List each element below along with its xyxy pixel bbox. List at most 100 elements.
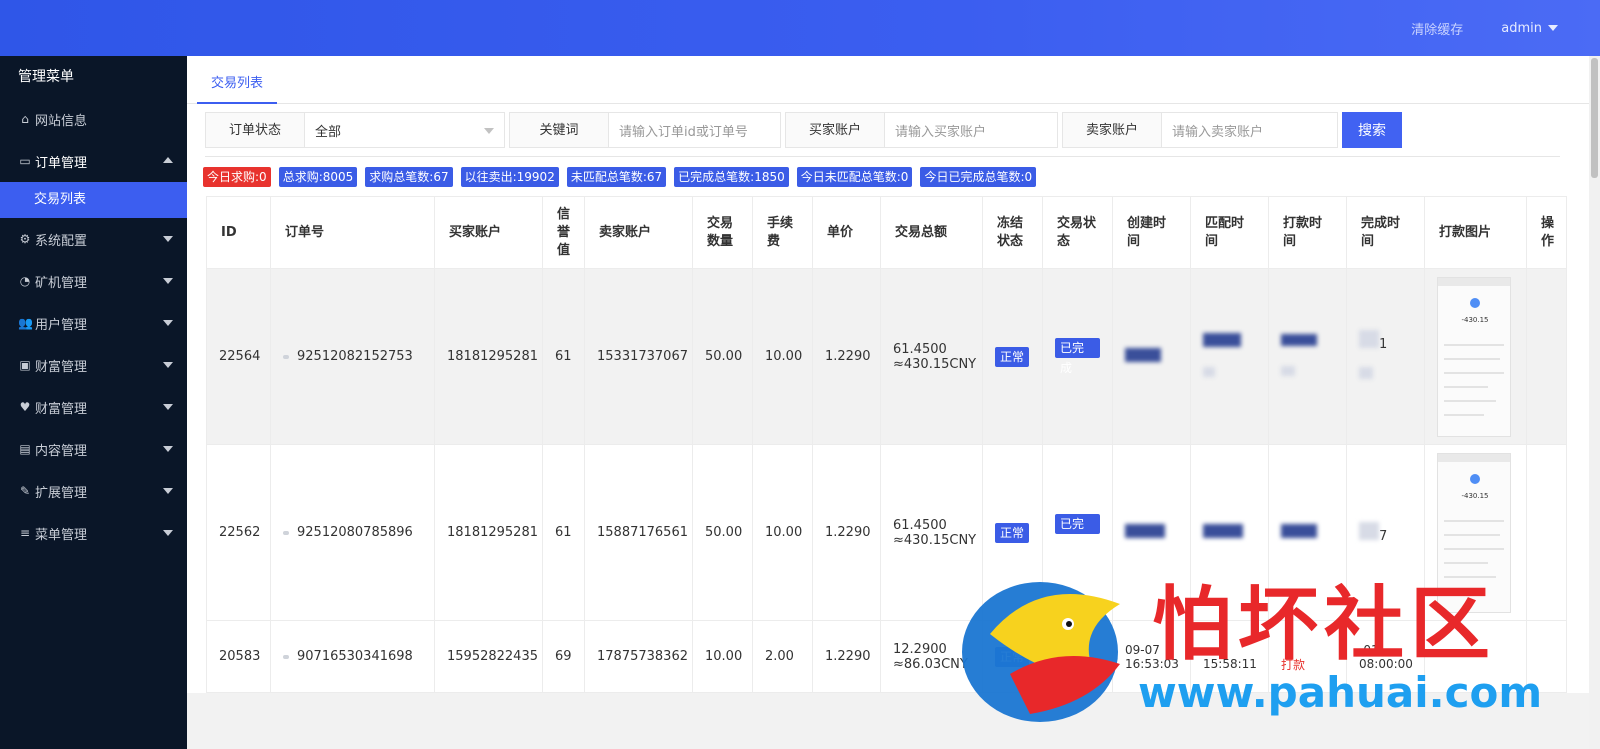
column-header: 买家账户 [434, 196, 543, 269]
stat-badge: 已完成总笔数:1850 [674, 167, 789, 187]
chevron-down-icon [163, 320, 173, 326]
cell-fee: 10.00 [752, 444, 813, 621]
sidebar-subitem-trade-list[interactable]: 交易列表 [0, 182, 187, 218]
watermark-url: www.pahuai.com [1138, 668, 1543, 717]
tab-bar: 交易列表 [187, 56, 1589, 104]
cell-fee: 2.00 [752, 620, 813, 693]
page-scrollbar[interactable] [1589, 56, 1600, 749]
card-icon: ▭ [19, 154, 31, 168]
divider [205, 156, 1560, 157]
sidebar-item-system-config[interactable]: ⚙ 系统配置 [0, 218, 187, 260]
user-name: admin [1501, 20, 1542, 36]
total-cny: ≈430.15CNY [893, 356, 977, 372]
table-row: 22564 92512082152753 18181295281 61 1533… [206, 268, 1567, 445]
cell-buyer: 18181295281 [434, 444, 543, 621]
cell-seller: 17875738362 [584, 620, 693, 693]
trade-status-badge: 已完成 [1055, 337, 1100, 375]
cell-seller: 15331737067 [584, 268, 693, 445]
payment-proof-image[interactable]: -430.15 [1437, 276, 1511, 437]
stat-badge: 总求购:8005 [278, 167, 358, 187]
blurred-mark [283, 530, 289, 535]
stat-badge: 今日求购:0 [203, 167, 271, 187]
buyer-label: 买家账户 [785, 112, 885, 148]
stat-badge: 求购总笔数:67 [365, 167, 453, 187]
order-number: 92512080785896 [297, 525, 413, 540]
sidebar-title: 管理菜单 [18, 69, 74, 85]
sidebar-item-label: 订单管理 [35, 155, 88, 171]
cell-done: 1 [1346, 268, 1425, 445]
sidebar-item-label: 财富管理 [35, 401, 88, 417]
sidebar-item-users[interactable]: 👥 用户管理 [0, 302, 187, 344]
chevron-down-icon [163, 236, 173, 242]
cell-paid [1268, 268, 1347, 445]
order-number: 90716530341698 [297, 649, 413, 664]
sidebar-item-label: 网站信息 [35, 113, 88, 129]
cell-matched [1190, 268, 1269, 445]
sidebar-item-orders[interactable]: ▭ 订单管理 [0, 140, 187, 182]
sidebar: 管理菜单 ⌂ 网站信息 ▭ 订单管理 交易列表 ⚙ 系统配置 ◔ 矿机管理 👥 … [0, 56, 187, 749]
sidebar-item-label: 内容管理 [35, 443, 88, 459]
gears-icon: ⚙ [19, 232, 31, 246]
tab-trade-list[interactable]: 交易列表 [197, 56, 278, 104]
cell-id: 22564 [206, 268, 271, 445]
proof-amount: -430.15 [1461, 491, 1489, 500]
order-number: 92512082152753 [297, 349, 413, 364]
status-select[interactable]: 全部 [305, 112, 505, 148]
bars-icon: ≡ [19, 526, 31, 540]
stat-badge: 未匹配总笔数:67 [566, 167, 667, 187]
column-header: 完成时 间 [1346, 196, 1425, 269]
scrollbar-thumb[interactable] [1591, 58, 1598, 178]
cell-qty: 50.00 [692, 444, 753, 621]
blurred-mark [283, 654, 289, 659]
cell-order: 92512082152753 [270, 268, 435, 445]
cell-id: 20583 [206, 620, 271, 693]
cell-credit: 61 [542, 444, 585, 621]
blurred-time [1281, 365, 1295, 376]
sidebar-item-site-info[interactable]: ⌂ 网站信息 [0, 98, 187, 140]
column-header: 冻结 状态 [982, 196, 1043, 269]
proof-amount: -430.15 [1461, 315, 1489, 324]
cell-seller: 15887176561 [584, 444, 693, 621]
seller-input[interactable]: 请输入卖家账户 [1162, 112, 1338, 148]
stat-badge: 今日已完成总笔数:0 [920, 167, 1037, 187]
cell-buyer: 15952822435 [434, 620, 543, 693]
chevron-down-icon [1548, 25, 1558, 31]
keyword-input[interactable]: 请输入订单id或订单号 [609, 112, 781, 148]
column-header: ID [206, 196, 271, 269]
column-header: 订单号 [270, 196, 435, 269]
sidebar-item-miners[interactable]: ◔ 矿机管理 [0, 260, 187, 302]
column-header: 交易 数量 [692, 196, 753, 269]
blurred-time [1203, 523, 1243, 538]
sidebar-item-label: 菜单管理 [35, 527, 88, 543]
keyword-label: 关键词 [509, 112, 609, 148]
blurred-time [1203, 332, 1241, 347]
cell-created [1112, 268, 1191, 445]
blurred-time [1281, 333, 1317, 346]
search-button[interactable]: 搜索 [1342, 112, 1402, 148]
clear-cache-link[interactable]: 清除缓存 [1411, 19, 1463, 38]
money-icon: ▣ [19, 358, 31, 372]
cell-proof: -430.15 [1424, 268, 1527, 445]
sidebar-item-menus[interactable]: ≡ 菜单管理 [0, 512, 187, 554]
sidebar-item-wealth-2[interactable]: ♥ 财富管理 [0, 386, 187, 428]
column-header: 匹配时 间 [1190, 196, 1269, 269]
cell-id: 22562 [206, 444, 271, 621]
sidebar-item-extensions[interactable]: ✎ 扩展管理 [0, 470, 187, 512]
column-header: 创建时 间 [1112, 196, 1191, 269]
cell-credit: 69 [542, 620, 585, 693]
column-header: 交易状 态 [1042, 196, 1113, 269]
stat-badge: 以往卖出:19902 [460, 167, 559, 187]
column-header: 交易总额 [880, 196, 983, 269]
cell-status: 已完成 [1042, 268, 1113, 445]
chevron-down-icon [163, 530, 173, 536]
sidebar-item-wealth-1[interactable]: ▣ 财富管理 [0, 344, 187, 386]
sidebar-item-content[interactable]: ▤ 内容管理 [0, 428, 187, 470]
buyer-input[interactable]: 请输入买家账户 [885, 112, 1058, 148]
user-menu[interactable]: admin [1501, 21, 1558, 36]
blurred-time [1359, 330, 1379, 348]
blurred-time [1125, 347, 1161, 362]
home-icon: ⌂ [21, 112, 29, 126]
total-cny: ≈430.15CNY [893, 532, 977, 548]
cell-actions [1526, 268, 1567, 445]
file-icon: ▤ [19, 442, 31, 456]
